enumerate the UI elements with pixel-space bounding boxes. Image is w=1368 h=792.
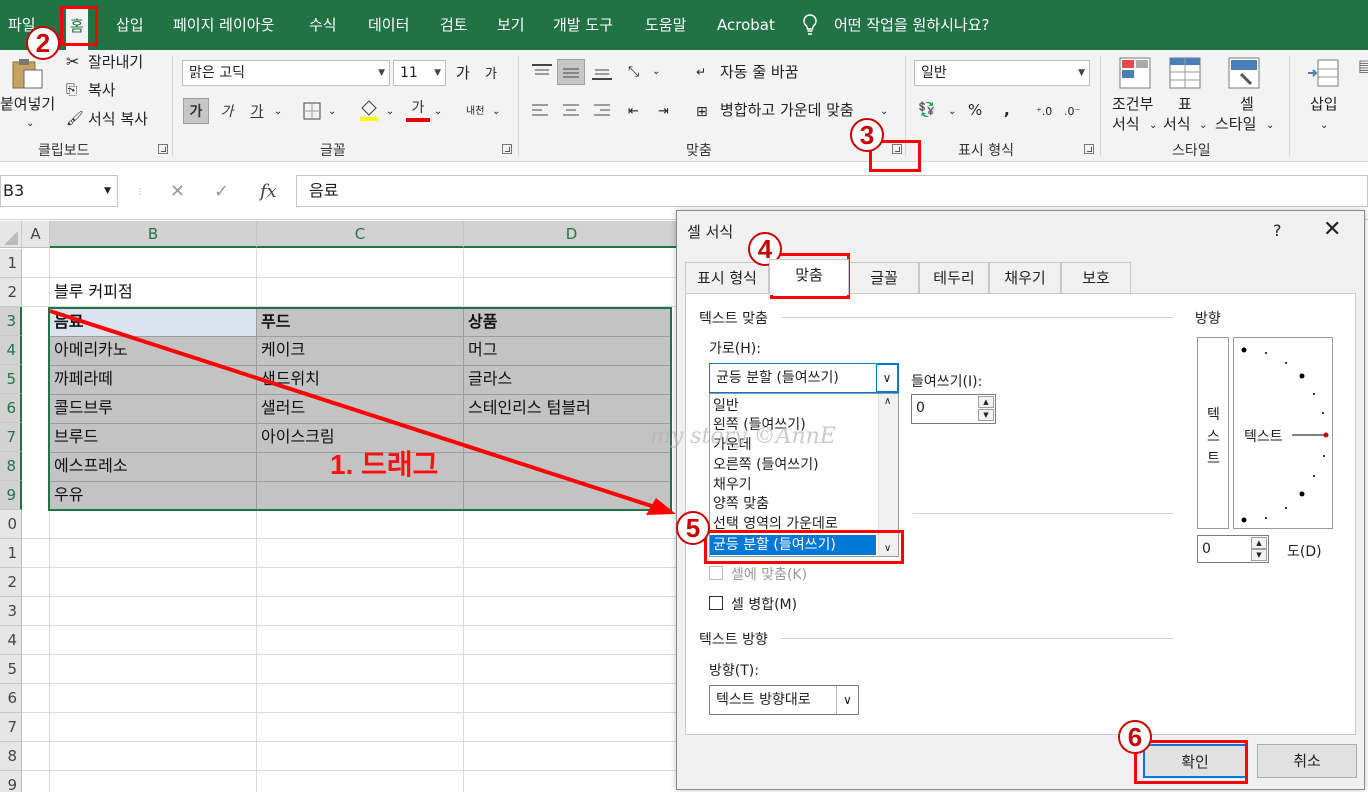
tab-alignment[interactable]: 맞춤	[769, 259, 849, 295]
step-badge-2: 2	[26, 26, 60, 60]
watermark: my story ©AnnE	[650, 424, 836, 449]
step-badge-3: 3	[850, 118, 884, 152]
drag-arrow-overlay	[49, 309, 676, 515]
step-badge-6: 6	[1118, 720, 1152, 754]
drag-annotation: 1. 드래그	[330, 449, 439, 480]
step-badge-5: 5	[676, 511, 710, 545]
